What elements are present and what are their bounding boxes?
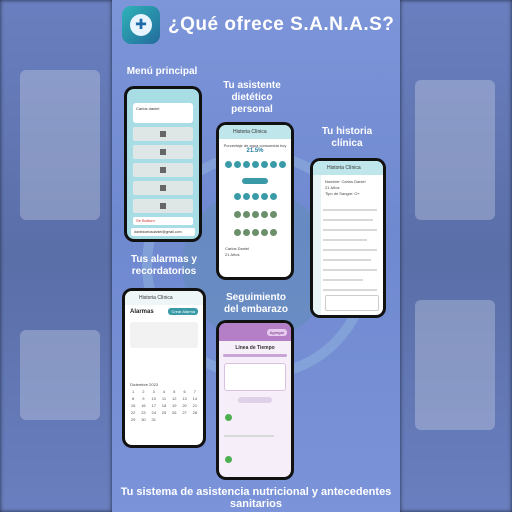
timeline-slider[interactable] [223,354,287,357]
menu-option[interactable] [133,199,193,213]
background-blur-block [20,70,100,220]
app-logo: ✚ [122,6,160,44]
menu-email: danielcarlosdaniel@gmail.com [131,228,195,236]
menu-option[interactable] [133,181,193,195]
history-line [323,229,377,231]
medical-cross-icon: ✚ [130,14,152,36]
feature-label-menu: Menú principal [126,66,198,77]
create-alarm-button[interactable]: Crear Alarma [168,308,198,315]
history-age: 21 Años [325,185,340,190]
diet-screen: Historia Clínica Porcentaje de agua cons… [219,125,291,277]
calorie-grid[interactable] [219,188,291,242]
add-water-button[interactable] [242,178,268,184]
menu-option[interactable] [133,145,193,159]
calendar-month: Diciembre 2023 [130,382,159,387]
menu-option[interactable] [133,127,193,141]
menu-option[interactable] [133,163,193,177]
background-blur-block [20,330,100,420]
phone-history: Historia Clínica Nombre: Carlos Daniel 2… [310,158,386,318]
history-line [323,209,377,211]
phone-alarms: Historia Clínica Alarmas Crear Alarma Di… [122,288,206,448]
history-header: Historia Clínica [313,161,383,175]
menu-bottom-button[interactable]: Se Bottom [133,217,193,225]
water-drops[interactable] [219,156,291,174]
feature-label-alarms: Tus alarmas y recordatorios [131,254,197,277]
history-line [323,259,371,261]
diet-header: Historia Clínica [219,125,291,139]
footer-text: Tu sistema de asistencia nutricional y a… [120,486,392,510]
background-blur-block [415,80,495,220]
background-blur-block [415,300,495,430]
diet-name: Carlos Daniel [225,246,250,251]
background-right [400,0,512,512]
history-screen: Historia Clínica Nombre: Carlos Daniel 2… [313,161,383,315]
alarms-title: Alarmas [130,308,154,315]
menu-user-card: Carlos daniel [133,103,193,123]
alarms-screen: Historia Clínica Alarmas Crear Alarma Di… [125,291,203,445]
menu-screen: Carlos daniel Se Bottom danielcarlosdani… [127,89,199,239]
phone-menu: Carlos daniel Se Bottom danielcarlosdani… [124,86,202,242]
history-line [323,219,373,221]
timeline-title: Línea de Tiempo [235,345,275,351]
history-notes-field[interactable] [325,295,379,311]
alarm-card[interactable] [130,322,198,348]
menu-user-name: Carlos daniel [136,106,160,111]
infographic-panel: ✚ ¿Qué ofrece S.A.N.A.S? Menú principal … [112,0,400,512]
history-line [323,269,377,271]
history-blood: Tipo de Sangre: O+ [325,191,360,196]
history-sidebar [313,175,321,315]
pregnancy-topbar: Agregar [219,323,291,341]
water-percent: 21.5% [246,148,264,154]
history-line [323,239,367,241]
pregnancy-screen: Agregar Línea de Tiempo [219,323,291,477]
pregnancy-action-button[interactable] [238,397,272,403]
phone-pregnancy: Agregar Línea de Tiempo [216,320,294,480]
feature-label-history: Tu historia clínica [321,126,373,149]
history-name: Nombre: Carlos Daniel [325,179,366,184]
alarms-header: Historia Clínica [125,291,203,305]
calendar-grid[interactable]: 1234567 8 9 10 11 12 13 14 15 16 17 18 19 20 21 22 23… [125,389,203,422]
feature-label-dietetic: Tu asistente dietético personal [223,80,281,115]
feature-label-pregnancy: Seguimiento del embarazo [224,292,288,315]
pregnancy-add-button[interactable]: Agregar [266,328,287,336]
diet-age: 21 Años [225,252,240,257]
page-title: ¿Qué ofrece S.A.N.A.S? [168,14,395,35]
pregnancy-info-card [224,363,286,391]
history-line [323,249,377,251]
history-line [323,279,363,281]
phone-diet: Historia Clínica Porcentaje de agua cons… [216,122,294,280]
history-line [323,289,377,291]
